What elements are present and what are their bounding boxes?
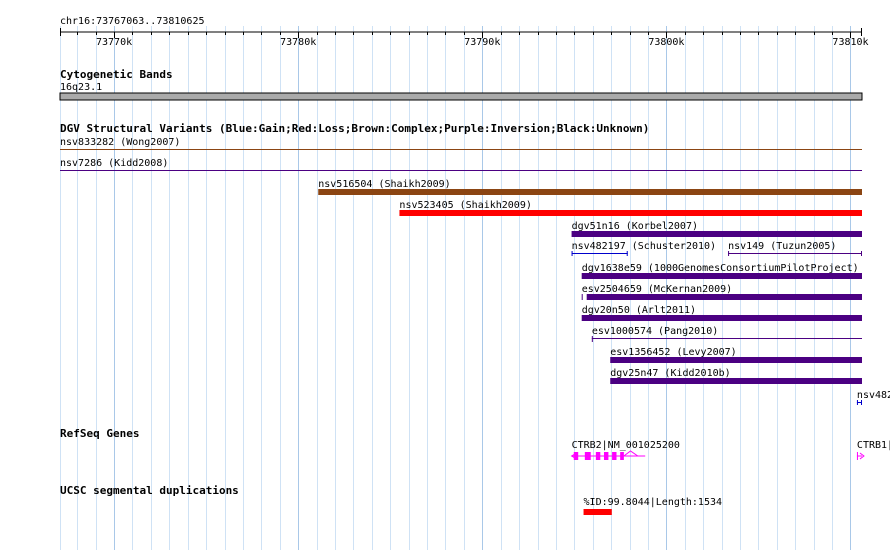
dgv-feature[interactable]: esv2504659 (McKernan2009) [581, 284, 862, 300]
segdup-bar[interactable] [583, 509, 612, 515]
gene-exon[interactable] [612, 452, 617, 460]
dgv-feature-label: dgv20n50 (Arlt2011) [582, 305, 696, 316]
dgv-feature-label: nsv523405 (Shaikh2009) [399, 200, 531, 211]
refseq-track[interactable]: RefSeq Genes CTRB2|NM_001025200 CTRB1| [60, 427, 890, 460]
dgv-feature-bar[interactable] [399, 210, 862, 216]
refseq-gene[interactable]: CTRB1| [856, 440, 890, 460]
gene-exon[interactable] [603, 452, 609, 460]
dgv-feature-bar[interactable] [581, 315, 862, 321]
dgv-feature-bar[interactable] [571, 231, 862, 237]
dgv-feature-label: nsv833282 (Wong2007) [60, 137, 180, 148]
dgv-feature-bar[interactable] [610, 378, 862, 384]
dgv-feature-label: nsv516504 (Shaikh2009) [318, 179, 450, 190]
dgv-feature[interactable]: dgv25n47 (Kidd2010b) [610, 368, 862, 384]
dgv-feature-label: nsv482197 (Schuster2010) [572, 241, 717, 252]
dgv-features[interactable]: nsv833282 (Wong2007) nsv7286 (Kidd2008) ns… [60, 137, 890, 405]
cytoband-track[interactable]: Cytogenetic Bands 16q23.1 [59, 68, 863, 101]
dgv-feature-label: nsv482 [857, 390, 890, 401]
dgv-feature[interactable]: nsv482 [856, 390, 890, 405]
dgv-feature-label: esv2504659 (McKernan2009) [582, 284, 733, 295]
region-label: chr16:73767063..73810625 [60, 16, 205, 27]
dgv-feature-bar[interactable] [318, 189, 863, 195]
dgv-feature-label: esv1000574 (Pang2010) [592, 326, 718, 337]
refseq-gene[interactable]: CTRB2|NM_001025200 [570, 440, 680, 460]
dgv-feature[interactable]: dgv51n16 (Korbel2007) [571, 221, 862, 237]
dgv-feature[interactable]: nsv482197 (Schuster2010) [571, 241, 717, 256]
segdup-feature[interactable]: %ID:99.8044|Length:1534 [583, 497, 722, 515]
cytoband-bar[interactable] [59, 92, 863, 101]
genome-browser-canvas: chr16:73767063..73810625 73770k 73780k 737… [59, 16, 890, 550]
gene-exon[interactable] [620, 452, 624, 460]
dgv-feature-label: esv1356452 (Levy2007) [610, 347, 736, 358]
dgv-feature[interactable]: dgv1638e59 (1000GenomesConsortiumPilotPr… [581, 263, 862, 279]
coordinate-ruler: chr16:73767063..73810625 73770k 73780k 737… [60, 16, 869, 48]
dgv-feature-label: nsv149 (Tuzun2005) [728, 241, 836, 252]
gene-exon[interactable] [595, 452, 601, 460]
dgv-feature-label: dgv1638e59 (1000GenomesConsortiumPilotPr… [582, 263, 859, 274]
ruler-tick-label: 73780k [280, 37, 316, 48]
dgv-feature-bar[interactable] [586, 294, 862, 300]
dgv-feature-label: nsv7286 (Kidd2008) [60, 158, 168, 169]
gene-exon[interactable] [584, 452, 591, 460]
segdup-feature-label: %ID:99.8044|Length:1534 [584, 497, 722, 508]
dgv-feature[interactable]: nsv516504 (Shaikh2009) [318, 179, 863, 195]
refseq-features[interactable]: CTRB2|NM_001025200 CTRB1| [570, 440, 890, 460]
segdup-features[interactable]: %ID:99.8044|Length:1534 [583, 497, 722, 515]
dgv-feature-bar[interactable] [610, 357, 862, 363]
dgv-feature[interactable]: esv1356452 (Levy2007) [610, 347, 862, 363]
dgv-feature-bar[interactable] [581, 273, 862, 279]
dgv-feature-label: dgv51n16 (Korbel2007) [572, 221, 698, 232]
refseq-track-title: RefSeq Genes [60, 427, 139, 440]
dgv-feature[interactable]: nsv833282 (Wong2007) [60, 137, 862, 150]
refseq-gene-label: CTRB2|NM_001025200 [572, 440, 680, 451]
dgv-feature[interactable]: esv1000574 (Pang2010) [591, 326, 862, 342]
cytoband-track-title: Cytogenetic Bands [60, 68, 173, 81]
refseq-gene-label: CTRB1| [857, 440, 890, 451]
segdup-track-title: UCSC segmental duplications [60, 484, 239, 497]
dgv-track[interactable]: DGV Structural Variants (Blue:Gain;Red:L… [60, 122, 890, 405]
segdup-track[interactable]: UCSC segmental duplications %ID:99.8044|… [60, 484, 722, 515]
dgv-feature[interactable]: nsv7286 (Kidd2008) [60, 158, 862, 171]
ruler-tick-label: 73810k [832, 37, 868, 48]
dgv-feature[interactable]: nsv149 (Tuzun2005) [728, 241, 862, 256]
dgv-feature-label: dgv25n47 (Kidd2010b) [610, 368, 730, 379]
ruler-tick-label: 73790k [464, 37, 500, 48]
ruler-tick-label: 73800k [648, 37, 684, 48]
cytoband-label: 16q23.1 [60, 82, 102, 93]
dgv-feature[interactable]: dgv20n50 (Arlt2011) [581, 305, 862, 321]
dgv-track-title: DGV Structural Variants (Blue:Gain;Red:L… [60, 122, 649, 135]
ruler-tick-label: 73770k [96, 37, 132, 48]
